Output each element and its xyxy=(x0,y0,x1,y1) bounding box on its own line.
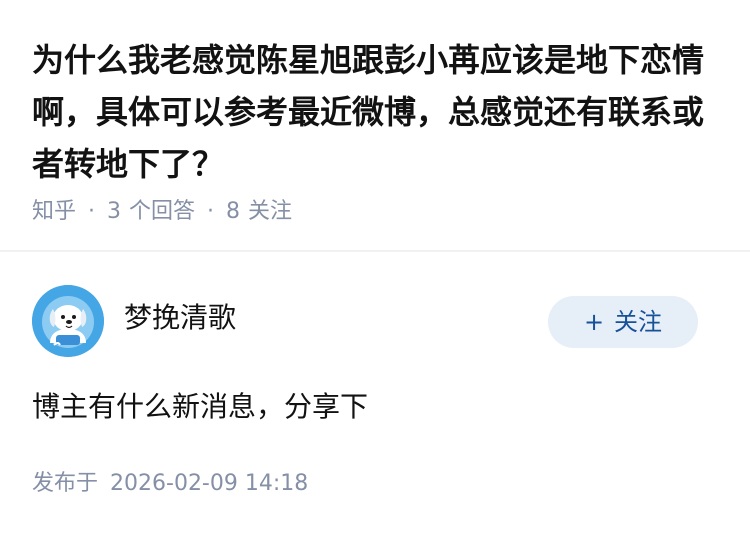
publish-label: 发布于 xyxy=(32,471,99,496)
meta-separator: · xyxy=(207,199,215,224)
cartoon-dog-avatar-icon xyxy=(32,285,104,357)
follower-count-label[interactable]: 关注 xyxy=(248,199,292,224)
plus-icon: + xyxy=(583,308,605,336)
answer-content[interactable]: 博主有什么新消息，分享下 xyxy=(32,386,368,428)
answer-count-label[interactable]: 个回答 xyxy=(129,199,195,224)
follow-button-label: 关注 xyxy=(614,308,663,336)
section-divider xyxy=(0,250,750,252)
meta-separator: · xyxy=(88,199,96,224)
author-name[interactable]: 梦挽清歌 xyxy=(124,298,236,338)
answer-count[interactable]: 3 xyxy=(107,199,121,224)
follower-count[interactable]: 8 xyxy=(226,199,240,224)
avatar[interactable] xyxy=(32,285,104,357)
publish-timestamp: 2026-02-09 14:18 xyxy=(110,471,309,496)
question-header: 为什么我老感觉陈星旭跟彭小苒应该是地下恋情啊，具体可以参考最近微博，总感觉还有联… xyxy=(0,0,750,250)
publish-info: 发布于 2026-02-09 14:18 xyxy=(32,467,308,501)
follow-button[interactable]: + 关注 xyxy=(548,296,698,348)
question-meta: 知乎 · 3 个回答 · 8 关注 xyxy=(32,196,292,228)
question-title[interactable]: 为什么我老感觉陈星旭跟彭小苒应该是地下恋情啊，具体可以参考最近微博，总感觉还有联… xyxy=(32,34,722,190)
source-label[interactable]: 知乎 xyxy=(32,199,76,224)
